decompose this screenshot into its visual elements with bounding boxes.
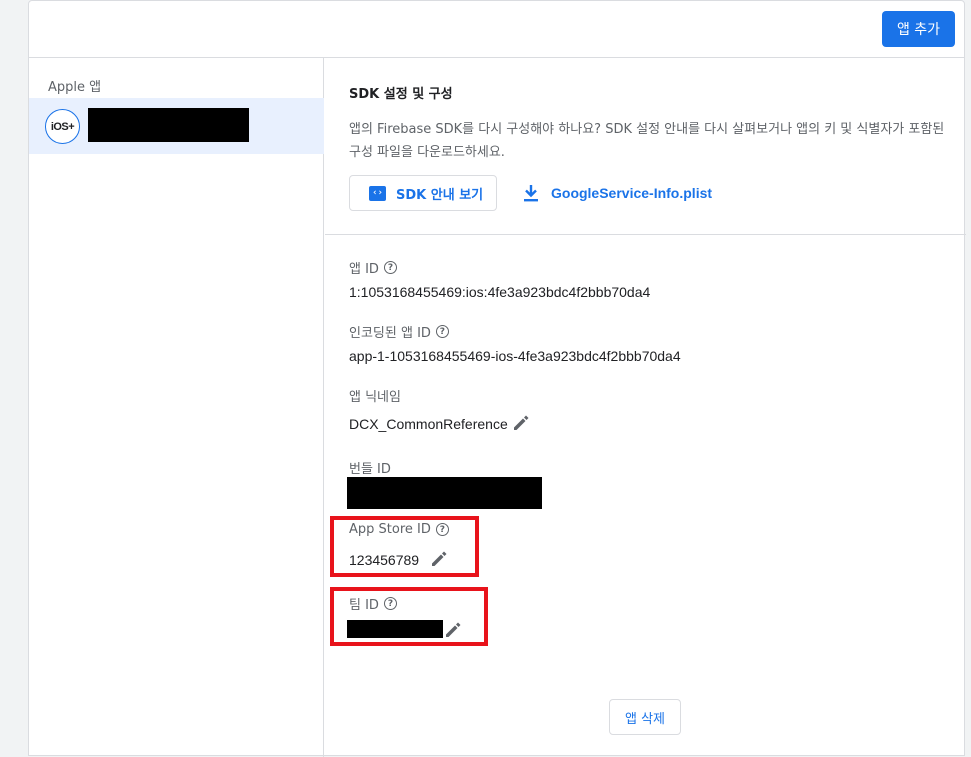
download-config-label: GoogleService-Info.plist <box>551 185 713 201</box>
delete-app-button[interactable]: 앱 삭제 <box>609 699 681 735</box>
code-icon: ‹› <box>369 185 386 201</box>
redacted-app-name <box>88 108 249 142</box>
sidebar-section-title: Apple 앱 <box>48 80 102 95</box>
encoded-app-id-label-text: 인코딩된 앱 ID <box>349 326 431 341</box>
bundle-id-label-text: 번들 ID <box>349 462 391 477</box>
help-icon[interactable]: ? <box>435 325 449 338</box>
top-toolbar: 앱 추가 <box>29 1 964 58</box>
app-details-panel: SDK 설정 및 구성 앱의 Firebase SDK를 다시 구성해야 하나요… <box>325 58 966 757</box>
app-id-value: 1:1053168455469:ios:4fe3a923bdc4f2bbb70d… <box>349 284 651 300</box>
sdk-section-description: 앱의 Firebase SDK를 다시 구성해야 하나요? SDK 설정 안내를… <box>349 122 945 160</box>
ios-badge-label: iOS+ <box>50 120 75 133</box>
sdk-section-title: SDK 설정 및 구성 <box>349 87 453 102</box>
app-nickname-label: 앱 닉네임 <box>349 386 401 405</box>
encoded-app-id-value: app-1-1053168455469-ios-4fe3a923bdc4f2bb… <box>349 348 681 364</box>
edit-nickname-pencil-icon[interactable] <box>511 413 531 433</box>
app-id-label-text: 앱 ID <box>349 262 379 277</box>
app-id-label: 앱 ID ? <box>349 258 397 277</box>
sdk-setup-section: SDK 설정 및 구성 앱의 Firebase SDK를 다시 구성해야 하나요… <box>325 58 966 235</box>
app-list-sidebar: Apple 앱 iOS+ <box>29 58 324 757</box>
app-store-id-highlight-box <box>330 516 479 577</box>
download-icon <box>524 185 538 202</box>
ios-platform-icon: iOS+ <box>45 109 80 144</box>
team-id-highlight-box <box>330 587 488 646</box>
app-nickname-value: DCX_CommonReference <box>349 416 508 432</box>
add-app-button[interactable]: 앱 추가 <box>882 11 955 47</box>
view-sdk-guide-button[interactable]: ‹› SDK 안내 보기 <box>349 175 497 211</box>
help-icon[interactable]: ? <box>383 261 397 274</box>
download-config-link[interactable]: GoogleService-Info.plist <box>523 182 712 204</box>
project-settings-card: 앱 추가 Apple 앱 iOS+ SDK 설정 및 구성 앱의 Firebas… <box>28 0 966 757</box>
bundle-id-label: 번들 ID <box>349 458 391 477</box>
view-sdk-guide-label: SDK 안내 보기 <box>396 187 484 203</box>
redacted-bundle-id <box>347 477 542 509</box>
app-nickname-label-text: 앱 닉네임 <box>349 390 401 405</box>
encoded-app-id-label: 인코딩된 앱 ID ? <box>349 322 449 341</box>
sidebar-item-ios-app[interactable]: iOS+ <box>29 98 324 154</box>
